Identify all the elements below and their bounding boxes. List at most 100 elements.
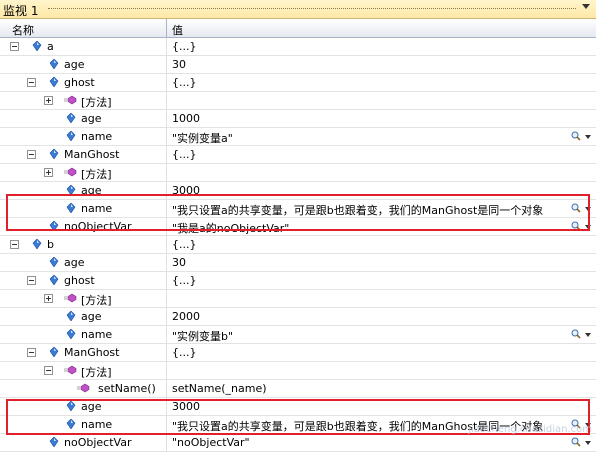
variable-name: a xyxy=(47,40,54,53)
tree-row[interactable]: name "实例变量a" xyxy=(0,128,596,146)
visualizer-search-icon[interactable] xyxy=(571,329,581,339)
variable-name: ManGhost xyxy=(64,346,120,359)
field-icon xyxy=(49,59,59,69)
variable-value[interactable]: {...} xyxy=(172,76,568,89)
expand-icon[interactable] xyxy=(44,294,53,303)
variable-value[interactable]: {...} xyxy=(172,148,568,161)
variable-value[interactable]: 30 xyxy=(172,58,568,71)
field-icon xyxy=(66,113,76,123)
collapse-icon[interactable] xyxy=(27,150,36,159)
variable-value[interactable]: "实例变量a" xyxy=(172,130,568,146)
method-icon xyxy=(77,383,90,393)
tree-row[interactable]: [方法] xyxy=(0,164,596,182)
field-icon xyxy=(66,311,76,321)
variable-name: ManGhost xyxy=(64,148,120,161)
visualizer-dropdown-icon[interactable] xyxy=(585,441,591,445)
tree-row[interactable]: ManGhost {...} xyxy=(0,146,596,164)
variable-value[interactable]: setName(_name) xyxy=(172,382,568,395)
tree-row[interactable]: [方法] xyxy=(0,92,596,110)
row-column-divider xyxy=(166,74,167,91)
variable-name: [方法] xyxy=(81,168,112,181)
variable-name: [方法] xyxy=(81,96,112,109)
collapse-icon[interactable] xyxy=(27,348,36,357)
window-menu-dropdown-icon[interactable] xyxy=(582,4,590,9)
row-column-divider xyxy=(166,290,167,307)
variable-value[interactable]: {...} xyxy=(172,40,568,53)
field-icon xyxy=(32,239,42,249)
field-icon xyxy=(66,131,76,141)
tree-row[interactable]: ghost {...} xyxy=(0,74,596,92)
row-column-divider xyxy=(166,128,167,145)
watch-tree: a {...} age 30 ghost {...} [方法] age 1000 name "实例变… xyxy=(0,38,596,452)
expand-icon[interactable] xyxy=(44,168,53,177)
variable-value[interactable]: 1000 xyxy=(172,112,568,125)
field-icon xyxy=(49,437,59,447)
collapse-icon[interactable] xyxy=(10,240,19,249)
variable-value[interactable]: 30 xyxy=(172,256,568,269)
visualizer-dropdown-icon[interactable] xyxy=(585,333,591,337)
tree-row[interactable]: [方法] xyxy=(0,362,596,380)
tree-row[interactable]: b {...} xyxy=(0,236,596,254)
tree-row[interactable]: age 1000 xyxy=(0,110,596,128)
window-title: 监视 1 xyxy=(3,4,39,18)
row-column-divider xyxy=(166,380,167,397)
row-column-divider xyxy=(166,110,167,127)
row-column-divider xyxy=(166,308,167,325)
variable-name: age xyxy=(64,58,85,71)
row-column-divider xyxy=(166,254,167,271)
visualizer-search-icon[interactable] xyxy=(571,131,581,141)
tree-row[interactable]: name "实例变量b" xyxy=(0,326,596,344)
field-icon xyxy=(49,275,59,285)
visualizer-search-icon[interactable] xyxy=(571,437,581,447)
variable-name: ghost xyxy=(64,274,95,287)
tree-row[interactable]: a {...} xyxy=(0,38,596,56)
variable-value[interactable]: {...} xyxy=(172,238,568,251)
variable-name: age xyxy=(64,256,85,269)
tree-row[interactable]: age 30 xyxy=(0,56,596,74)
field-icon xyxy=(66,329,76,339)
field-icon xyxy=(49,77,59,87)
collapse-icon[interactable] xyxy=(44,366,53,375)
field-icon xyxy=(49,149,59,159)
variable-value[interactable]: {...} xyxy=(172,274,568,287)
row-column-divider xyxy=(166,344,167,361)
value-column-header[interactable]: 值 xyxy=(172,22,183,38)
variable-name: setName() xyxy=(98,382,156,395)
tree-row[interactable]: [方法] xyxy=(0,290,596,308)
watermark: jiaocheng.chazidian.com xyxy=(468,424,592,435)
method-group-icon xyxy=(64,365,77,375)
variable-value[interactable]: "实例变量b" xyxy=(172,328,568,344)
tree-row[interactable]: age 30 xyxy=(0,254,596,272)
variable-name: name xyxy=(81,328,113,341)
field-icon xyxy=(49,257,59,267)
collapse-icon[interactable] xyxy=(10,42,19,51)
field-icon xyxy=(32,41,42,51)
variable-value[interactable]: 2000 xyxy=(172,310,568,323)
expand-icon[interactable] xyxy=(44,96,53,105)
row-column-divider xyxy=(166,362,167,379)
row-column-divider xyxy=(166,146,167,163)
variable-name: age xyxy=(81,310,102,323)
highlight-box-a xyxy=(6,194,590,231)
variable-value[interactable]: {...} xyxy=(172,346,568,359)
visualizer-dropdown-icon[interactable] xyxy=(585,135,591,139)
tree-row[interactable]: ghost {...} xyxy=(0,272,596,290)
collapse-icon[interactable] xyxy=(27,276,36,285)
method-group-icon xyxy=(64,95,77,105)
row-column-divider xyxy=(166,164,167,181)
title-separator xyxy=(48,8,576,9)
tree-row[interactable]: setName() setName(_name) xyxy=(0,380,596,398)
variable-name: [方法] xyxy=(81,294,112,307)
variable-value[interactable]: "noObjectVar" xyxy=(172,436,568,449)
variable-name: name xyxy=(81,130,113,143)
tree-row[interactable]: age 2000 xyxy=(0,308,596,326)
collapse-icon[interactable] xyxy=(27,78,36,87)
row-column-divider xyxy=(166,38,167,55)
tree-row[interactable]: ManGhost {...} xyxy=(0,344,596,362)
variable-name: [方法] xyxy=(81,366,112,379)
variable-name: ghost xyxy=(64,76,95,89)
variable-name: b xyxy=(47,238,54,251)
column-divider[interactable] xyxy=(166,19,167,37)
name-column-header[interactable]: 名称 xyxy=(12,22,34,38)
row-column-divider xyxy=(166,92,167,109)
